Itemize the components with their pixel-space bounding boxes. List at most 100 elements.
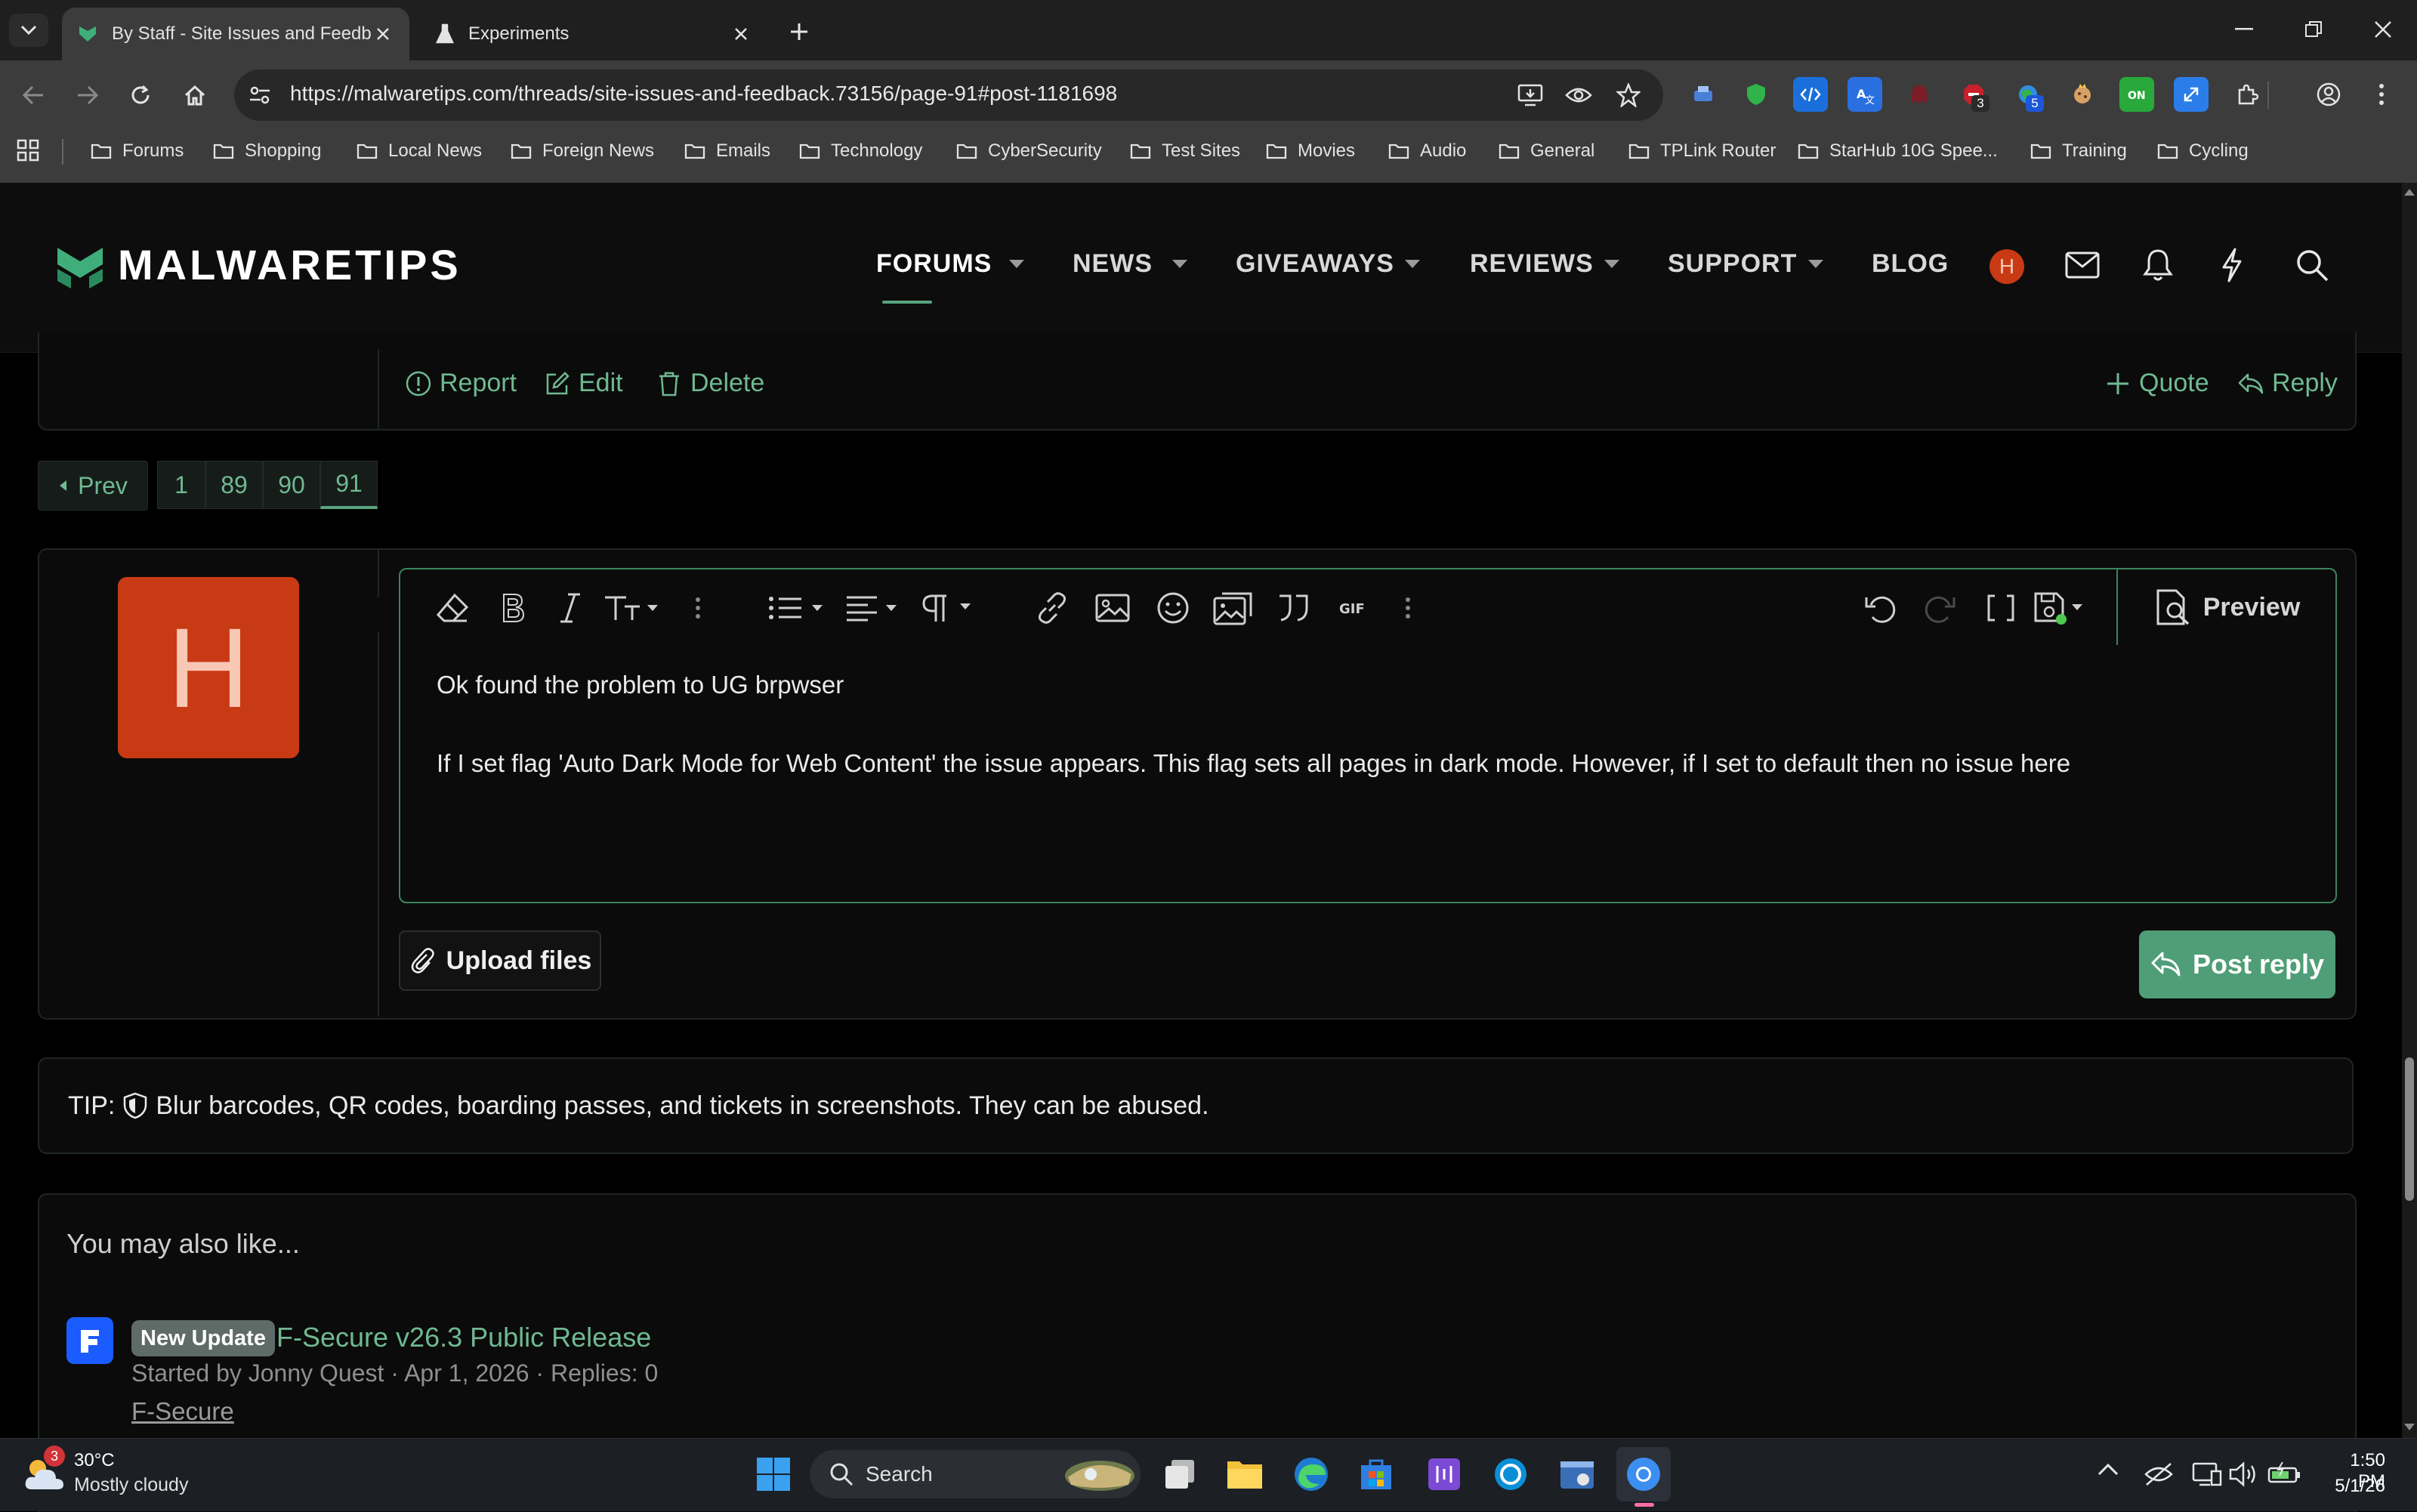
- edge-button[interactable]: [1284, 1447, 1338, 1501]
- page-scrollbar[interactable]: [2402, 183, 2417, 1438]
- italic-icon[interactable]: [548, 586, 592, 630]
- post-reply-button[interactable]: Post reply: [2139, 930, 2335, 998]
- toggle-bbcode-icon[interactable]: [1979, 586, 2023, 630]
- drafts-icon[interactable]: [2032, 586, 2092, 630]
- extension-code-icon[interactable]: [1793, 77, 1828, 112]
- bookmark-folder[interactable]: Emails: [684, 136, 770, 166]
- bookmark-folder[interactable]: Training: [2030, 136, 2127, 166]
- nav-giveaways[interactable]: GIVEAWAYS: [1236, 249, 1394, 279]
- bell-icon[interactable]: [2138, 245, 2178, 285]
- edit-button[interactable]: Edit: [544, 369, 623, 398]
- text-size-icon[interactable]: [601, 586, 666, 630]
- minimize-button[interactable]: [2210, 6, 2278, 53]
- align-icon[interactable]: [844, 586, 905, 630]
- user-avatar[interactable]: H: [118, 577, 299, 758]
- more-options-icon[interactable]: [1390, 586, 1426, 630]
- thread-forum-link[interactable]: F-Secure: [131, 1397, 234, 1426]
- quote-button[interactable]: Quote: [2104, 369, 2209, 398]
- inbox-icon[interactable]: [2062, 245, 2103, 285]
- tray-eye-off-icon[interactable]: [2144, 1461, 2174, 1491]
- caret-down-icon[interactable]: [1405, 258, 1420, 269]
- user-avatar-small[interactable]: H: [1989, 249, 2024, 284]
- extension-cookie-icon[interactable]: [2065, 77, 2100, 112]
- nav-blog[interactable]: BLOG: [1872, 249, 1949, 279]
- bookmark-folder[interactable]: TPLink Router: [1628, 136, 1776, 166]
- emoji-icon[interactable]: [1151, 586, 1195, 630]
- undo-icon[interactable]: [1858, 586, 1902, 630]
- site-info-icon[interactable]: [246, 82, 273, 109]
- bookmark-folder[interactable]: Local News: [357, 136, 482, 166]
- home-button[interactable]: [175, 76, 215, 115]
- caret-down-icon[interactable]: [1604, 258, 1619, 269]
- chrome-taskbar-button[interactable]: [1616, 1447, 1671, 1501]
- weather-temp[interactable]: 30°C: [74, 1450, 115, 1471]
- file-explorer-button[interactable]: [1218, 1447, 1272, 1501]
- quote-icon[interactable]: [1272, 586, 1316, 630]
- tray-chevron-icon[interactable]: [2097, 1462, 2124, 1489]
- extension-translate-icon[interactable]: A文: [1847, 77, 1882, 112]
- image-icon[interactable]: [1091, 586, 1134, 630]
- pagination-page[interactable]: 90: [263, 461, 320, 509]
- caret-down-icon[interactable]: [1009, 258, 1024, 269]
- battery-icon[interactable]: [2267, 1461, 2302, 1491]
- media-gallery-icon[interactable]: [1212, 586, 1255, 630]
- clock-date[interactable]: 5/1/26: [2319, 1476, 2385, 1497]
- taskbar-search[interactable]: Search: [810, 1450, 1141, 1498]
- url-text[interactable]: https://malwaretips.com/threads/site-iss…: [290, 82, 1117, 106]
- pagination-prev-button[interactable]: Prev: [38, 461, 148, 511]
- volume-icon[interactable]: [2228, 1461, 2258, 1491]
- bookmark-folder[interactable]: StarHub 10G Spee...: [1798, 136, 1998, 166]
- eye-icon[interactable]: [1562, 79, 1595, 112]
- link-icon[interactable]: [1030, 586, 1074, 630]
- bookmark-folder[interactable]: Foreign News: [511, 136, 654, 166]
- extension-resize-icon[interactable]: [2174, 77, 2209, 112]
- caret-down-icon[interactable]: [1808, 258, 1823, 269]
- back-button[interactable]: [14, 76, 53, 115]
- bookmark-folder[interactable]: Movies: [1266, 136, 1355, 166]
- close-tab-icon[interactable]: [730, 23, 752, 45]
- bookmark-folder[interactable]: Shopping: [213, 136, 321, 166]
- extension-shield-icon[interactable]: [1739, 77, 1773, 112]
- start-button[interactable]: [746, 1447, 801, 1501]
- lightning-icon[interactable]: [2212, 245, 2252, 285]
- malwaretips-logo-icon[interactable]: [54, 242, 106, 293]
- pagination-page-current[interactable]: 91: [320, 461, 378, 509]
- tab-active[interactable]: By Staff - Site Issues and Feedb: [62, 8, 409, 60]
- tab-experiments[interactable]: Experiments: [420, 8, 767, 60]
- paragraph-icon[interactable]: [920, 586, 980, 630]
- delete-button[interactable]: Delete: [656, 369, 764, 398]
- task-view-button[interactable]: [1153, 1447, 1207, 1501]
- close-window-button[interactable]: [2349, 6, 2417, 53]
- scroll-down-icon[interactable]: [2403, 1423, 2415, 1432]
- pagination-page[interactable]: 89: [205, 461, 263, 509]
- nav-news[interactable]: NEWS: [1073, 249, 1153, 279]
- bookmark-folder[interactable]: Technology: [799, 136, 922, 166]
- redo-icon[interactable]: [1918, 586, 1962, 630]
- list-icon[interactable]: [767, 586, 828, 630]
- profile-icon[interactable]: [2311, 77, 2346, 112]
- scrollbar-thumb[interactable]: [2405, 1057, 2414, 1201]
- gif-icon[interactable]: GIF: [1332, 586, 1376, 630]
- bookmark-folder[interactable]: Cycling: [2157, 136, 2249, 166]
- preview-button[interactable]: Preview: [2116, 569, 2335, 645]
- pagination-page[interactable]: 1: [157, 461, 205, 509]
- app-window-button[interactable]: [1550, 1447, 1604, 1501]
- eraser-icon[interactable]: [431, 586, 474, 630]
- nav-forums[interactable]: FORUMS: [876, 249, 992, 279]
- bookmark-folder[interactable]: CyberSecurity: [956, 136, 1102, 166]
- browser-menu-icon[interactable]: [2364, 77, 2399, 112]
- forward-button[interactable]: [68, 76, 107, 115]
- extension-printer-icon[interactable]: [1686, 77, 1721, 112]
- bookmark-folder[interactable]: Forums: [91, 136, 184, 166]
- report-button[interactable]: Report: [405, 369, 517, 398]
- caret-down-icon[interactable]: [1172, 258, 1187, 269]
- tab-search-dropdown[interactable]: [9, 14, 48, 47]
- install-app-icon[interactable]: [1514, 79, 1547, 112]
- bold-icon[interactable]: [491, 586, 535, 630]
- app-circle-button[interactable]: [1483, 1447, 1538, 1501]
- extension-on-icon[interactable]: ON: [2119, 77, 2154, 112]
- more-options-icon[interactable]: [680, 586, 716, 630]
- nav-support[interactable]: SUPPORT: [1668, 249, 1797, 279]
- store-button[interactable]: [1349, 1447, 1403, 1501]
- app-purple-button[interactable]: [1417, 1447, 1471, 1501]
